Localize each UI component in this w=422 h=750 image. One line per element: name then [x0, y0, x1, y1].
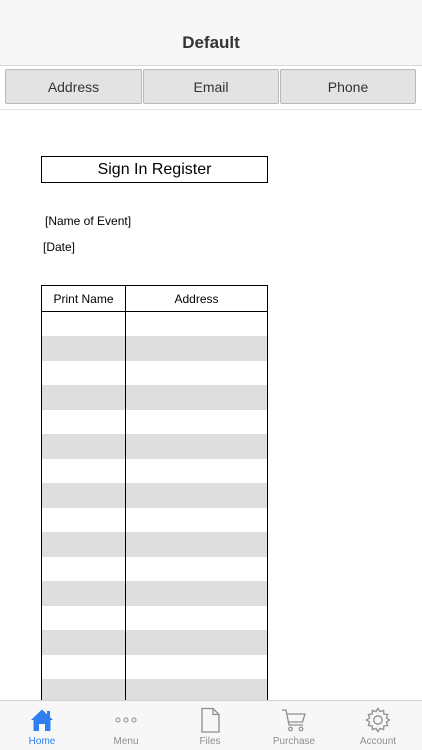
table-row	[41, 581, 268, 606]
table-row	[41, 532, 268, 557]
tab-menu[interactable]: Menu	[84, 701, 168, 750]
tab-label: Files	[199, 736, 221, 747]
gear-icon	[365, 707, 391, 733]
table-row	[41, 311, 268, 336]
document-title: Sign In Register	[41, 156, 268, 183]
address-cell	[125, 507, 268, 532]
table-row	[41, 360, 268, 385]
segment-bar: Address Email Phone	[0, 66, 422, 110]
address-cell	[125, 581, 268, 606]
address-cell	[125, 679, 268, 700]
print-name-cell	[41, 581, 126, 606]
column-header-print-name: Print Name	[41, 285, 126, 312]
tab-purchase[interactable]: Purchase	[252, 701, 336, 750]
address-cell	[125, 532, 268, 557]
table-row	[41, 434, 268, 459]
address-cell	[125, 654, 268, 679]
table-row	[41, 679, 268, 700]
register-table: Print Name Address	[41, 285, 268, 700]
print-name-cell	[41, 630, 126, 655]
address-cell	[125, 311, 268, 336]
print-name-cell	[41, 360, 126, 385]
tab-account[interactable]: Account	[336, 701, 420, 750]
print-name-cell	[41, 654, 126, 679]
table-header-row: Print Name Address	[41, 285, 268, 312]
table-row	[41, 654, 268, 679]
phone-button[interactable]: Phone	[280, 69, 416, 104]
table-row	[41, 483, 268, 508]
address-cell	[125, 385, 268, 410]
print-name-cell	[41, 385, 126, 410]
cart-icon	[282, 709, 306, 732]
table-row	[41, 605, 268, 630]
tab-bar: Home Menu Files Purchase Account	[0, 700, 422, 750]
document-preview[interactable]: Sign In Register [Name of Event] [Date] …	[0, 111, 422, 700]
print-name-cell	[41, 458, 126, 483]
print-name-cell	[41, 532, 126, 557]
tab-label: Account	[359, 736, 397, 747]
tab-label: Menu	[113, 736, 139, 747]
column-header-address: Address	[125, 285, 268, 312]
table-row	[41, 507, 268, 532]
print-name-cell	[41, 556, 126, 581]
address-cell	[125, 605, 268, 630]
tab-files[interactable]: Files	[168, 701, 252, 750]
event-date-placeholder: [Date]	[43, 240, 76, 254]
tab-label: Purchase	[272, 736, 316, 747]
address-cell	[125, 458, 268, 483]
print-name-cell	[41, 311, 126, 336]
navigation-bar: Default	[0, 0, 422, 66]
print-name-cell	[41, 434, 126, 459]
address-cell	[125, 409, 268, 434]
table-body	[41, 311, 268, 700]
event-name-placeholder: [Name of Event]	[45, 214, 132, 228]
address-cell	[125, 434, 268, 459]
table-row	[41, 630, 268, 655]
print-name-cell	[41, 336, 126, 361]
address-cell	[125, 556, 268, 581]
address-button[interactable]: Address	[5, 69, 142, 104]
table-row	[41, 336, 268, 361]
print-name-cell	[41, 507, 126, 532]
more-dots-icon	[115, 717, 137, 723]
file-icon	[201, 707, 220, 733]
table-row	[41, 458, 268, 483]
home-icon	[31, 709, 53, 731]
print-name-cell	[41, 605, 126, 630]
address-cell	[125, 336, 268, 361]
table-row	[41, 409, 268, 434]
table-row	[41, 385, 268, 410]
tab-home[interactable]: Home	[0, 701, 84, 750]
print-name-cell	[41, 679, 126, 700]
page-title: Default	[182, 33, 240, 52]
address-cell	[125, 630, 268, 655]
tab-label: Home	[28, 736, 56, 747]
address-cell	[125, 483, 268, 508]
email-button[interactable]: Email	[143, 69, 279, 104]
table-row	[41, 556, 268, 581]
print-name-cell	[41, 409, 126, 434]
print-name-cell	[41, 483, 126, 508]
address-cell	[125, 360, 268, 385]
